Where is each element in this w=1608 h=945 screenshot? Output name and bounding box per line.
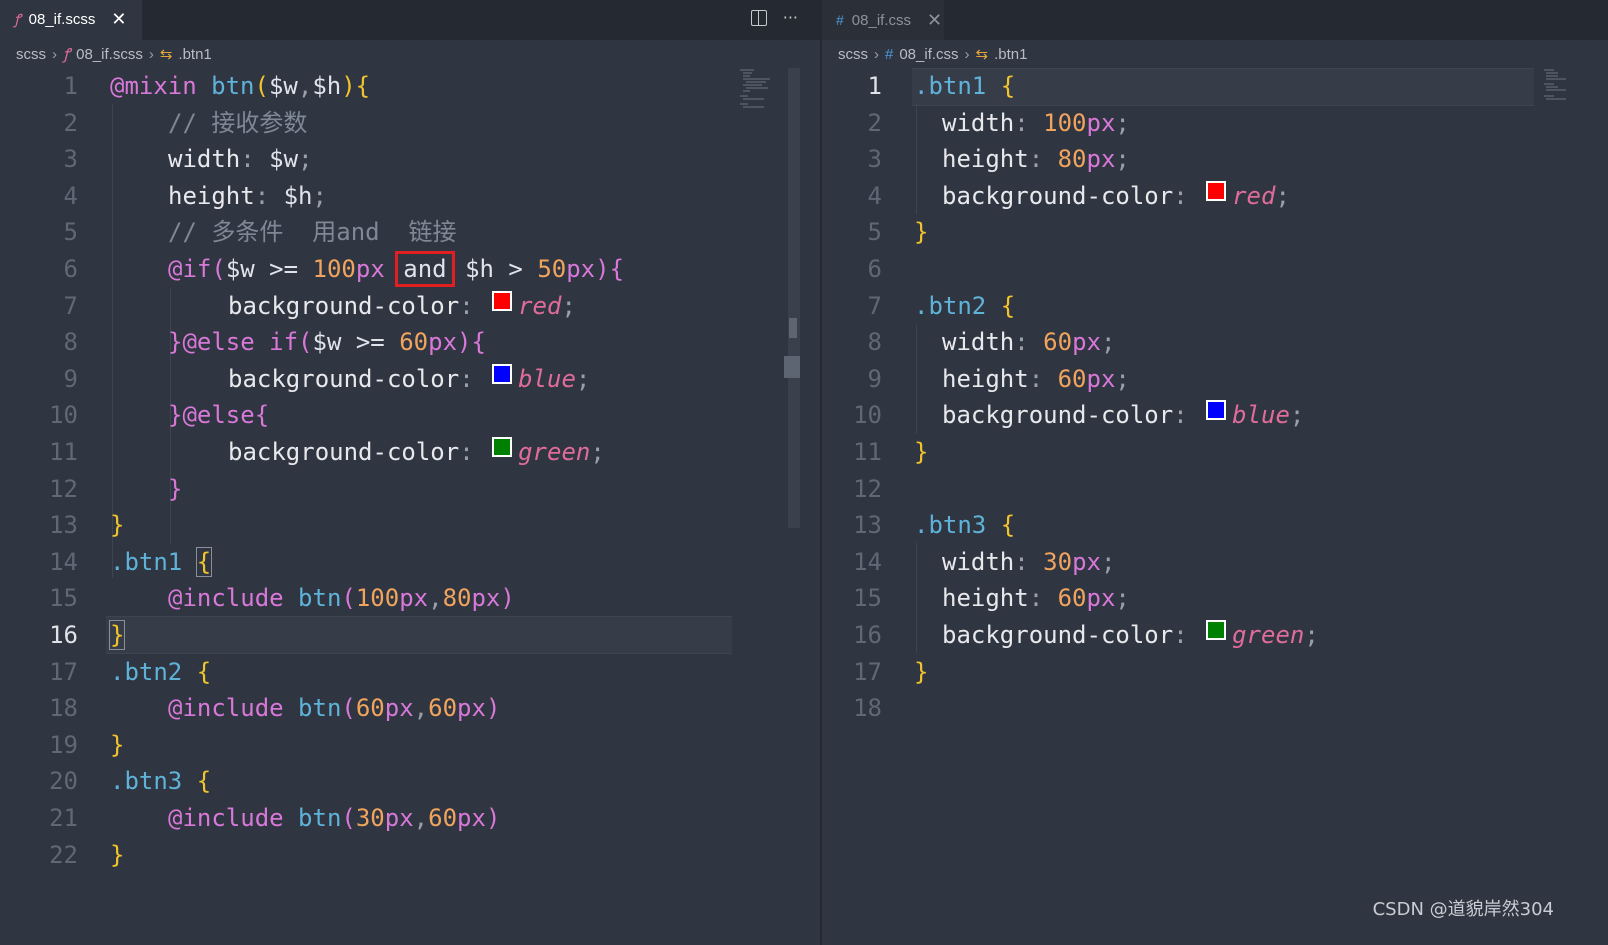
breadcrumb: scss › ꝭ 08_if.scss › ⇆ .btn1 — [0, 40, 820, 68]
code-line: 15 height: 60px; — [853, 584, 1130, 613]
code-line: 2// 接收参数 — [63, 108, 308, 137]
code-line: 11} — [853, 438, 929, 466]
color-swatch-red[interactable] — [1206, 180, 1227, 201]
code-line: 5// 多条件 用and 链接 — [63, 218, 457, 247]
color-swatch-blue[interactable] — [1206, 400, 1227, 421]
code-line: 13 .btn3 { — [853, 511, 1016, 540]
code-line: 16} — [49, 620, 126, 650]
code-line: 9 height: 60px; — [867, 364, 1130, 393]
code-line: 18 — [853, 694, 882, 723]
code-line: 6 — [867, 255, 882, 283]
code-line: 8 width: 60px; — [867, 328, 1116, 357]
code-line: 1 .btn1 { — [867, 72, 1016, 100]
tab-08-if-css[interactable]: # 08_if.css ✕ — [822, 0, 944, 40]
code-line: 12} — [49, 474, 183, 503]
code-line: 2 width: 100px; — [867, 108, 1130, 137]
chevron-right-icon: › — [148, 45, 154, 63]
symbol-class-icon: ⇆ — [975, 46, 989, 63]
breadcrumb-file[interactable]: 08_if.scss — [76, 46, 143, 63]
breadcrumb: scss › # 08_if.css › ⇆ .btn1 — [822, 40, 1608, 68]
symbol-class-icon: ⇆ — [159, 46, 173, 63]
code-line: 3 height: 80px; — [867, 145, 1130, 174]
chevron-right-icon: › — [874, 45, 879, 63]
code-line: 1 @mixin btn($w,$h){ — [63, 72, 371, 100]
code-line: 22} — [49, 840, 125, 869]
code-line: 14 .btn1 { — [49, 546, 213, 577]
code-line: 13} — [49, 511, 125, 540]
watermark: CSDN @道貌岸然304 — [1372, 899, 1554, 920]
breadcrumb-symbol[interactable]: .btn1 — [178, 46, 211, 63]
minimap[interactable] — [740, 68, 782, 128]
sass-icon: ꝭ — [14, 11, 21, 27]
scrollbar-thumb[interactable] — [789, 318, 797, 338]
sass-icon: ꝭ — [63, 46, 71, 63]
code-line: 20 .btn3 { — [49, 767, 212, 796]
code-line: 6 @if($w >= 100px and $h > 50px){ — [63, 251, 625, 287]
code-line: 21 @include btn(30px,60px) — [49, 804, 501, 832]
color-swatch-red[interactable] — [492, 290, 513, 311]
split-editor-icon[interactable] — [750, 10, 767, 26]
code-line: 9 background-color: blue; — [63, 363, 591, 393]
close-icon[interactable]: ✕ — [111, 9, 126, 30]
breadcrumb-folder[interactable]: scss — [16, 46, 46, 63]
code-line: 11 background-color: green; — [49, 437, 605, 466]
color-swatch-green[interactable] — [1206, 620, 1227, 640]
code-editor-right[interactable]: 1 .btn1 { 2 width: 100px; 3 height: 80px; 4… — [822, 68, 1608, 945]
tab-label: 08_if.scss — [28, 11, 96, 28]
color-swatch-green[interactable] — [492, 437, 513, 457]
highlighted-and-keyword: and — [395, 251, 455, 287]
code-line: 7 .btn2 { — [867, 291, 1016, 320]
chevron-right-icon: › — [964, 45, 970, 63]
close-icon[interactable]: ✕ — [927, 10, 942, 31]
code-line: 17} — [853, 657, 929, 686]
code-line: 15 @include btn(100px,80px) — [49, 584, 515, 613]
breadcrumb-symbol[interactable]: .btn1 — [994, 46, 1027, 63]
tab-bar-right: # 08_if.css ✕ — [822, 0, 1608, 40]
more-actions-icon[interactable]: ··· — [783, 8, 798, 27]
code-line: 10 background-color: blue; — [853, 400, 1305, 430]
scrollbar-marker — [784, 356, 800, 378]
code-line: 5} — [867, 218, 929, 247]
code-line: 3 width: $w; — [63, 145, 313, 174]
code-line: 4 background-color: red; — [867, 180, 1290, 210]
css-icon: # — [885, 45, 894, 63]
tab-label: 08_if.css — [851, 11, 911, 29]
code-line: 7 background-color: red; — [63, 290, 576, 320]
editor-pane-right: # 08_if.css ✕ scss › # 08_if.css › ⇆ .bt… — [822, 0, 1608, 945]
code-line: 4 height: $h; — [63, 181, 327, 210]
editor-pane-left: ꝭ 08_if.scss ✕ ··· scss › ꝭ 08_if.scss ›… — [0, 0, 820, 945]
code-line: 18 @include btn(60px,60px) — [49, 694, 501, 723]
code-line: 14 width: 30px; — [853, 547, 1116, 576]
code-line: 10}@else{ — [49, 401, 270, 430]
code-line: 19} — [49, 730, 125, 759]
code-line: 17 .btn2 { — [49, 657, 212, 686]
code-line: 12 — [853, 474, 882, 503]
minimap[interactable] — [1544, 68, 1586, 128]
breadcrumb-file[interactable]: 08_if.css — [899, 46, 958, 63]
code-line: 8}@else if($w >= 60px){ — [63, 328, 486, 357]
code-editor-left[interactable]: 1 @mixin btn($w,$h){ 2// 接收参数 3 width: $w;… — [0, 68, 820, 945]
tab-bar-left: ꝭ 08_if.scss ✕ ··· — [0, 0, 820, 40]
breadcrumb-folder[interactable]: scss — [838, 46, 868, 63]
tab-08-if-scss[interactable]: ꝭ 08_if.scss ✕ — [0, 0, 142, 40]
vertical-scrollbar[interactable] — [788, 68, 800, 528]
css-icon: # — [836, 12, 844, 28]
chevron-right-icon: › — [52, 45, 57, 63]
code-line: 16 background-color: green; — [853, 620, 1319, 649]
color-swatch-blue[interactable] — [492, 363, 513, 384]
